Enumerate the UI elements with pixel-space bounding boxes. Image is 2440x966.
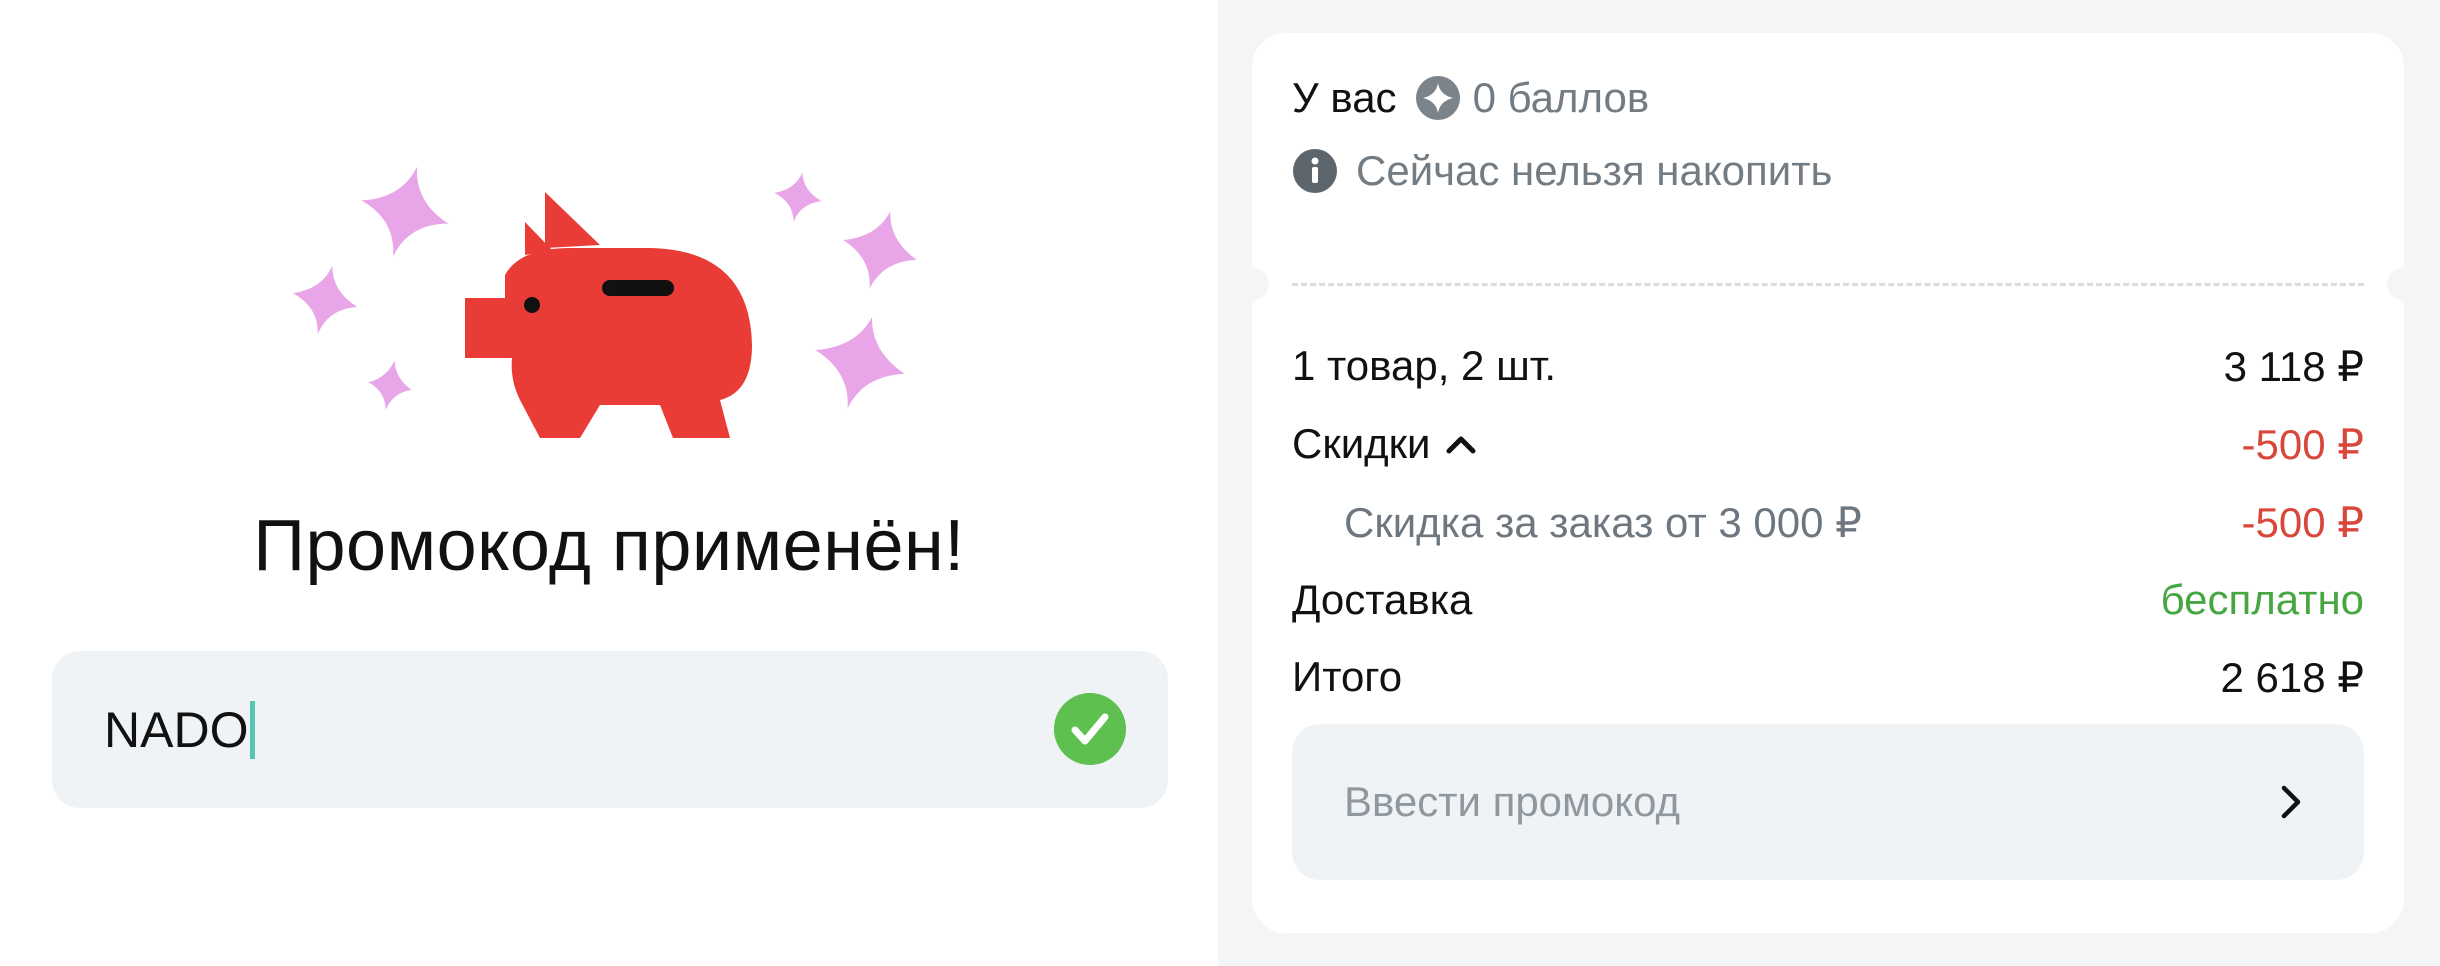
total-label: Итого: [1292, 653, 1403, 700]
items-label: 1 товар, 2 шт.: [1292, 342, 1557, 389]
discounts-row[interactable]: Скидки -500 ₽: [1292, 416, 2364, 472]
delivery-label: Доставка: [1292, 576, 1473, 623]
pig-icon: [465, 192, 752, 438]
order-discount-label: Скидка за заказ от 3 000 ₽: [1344, 498, 1862, 546]
check-circle-icon: [1054, 693, 1126, 765]
promo-applied-title: Промокод применён!: [253, 506, 965, 586]
points-info-row: Сейчас нельзя накопить: [1292, 145, 1832, 197]
total-value: 2 618 ₽: [2220, 653, 2365, 701]
points-label: У вас: [1292, 74, 1397, 121]
card-notch: [1252, 267, 1269, 301]
discounts-label: Скидки: [1292, 420, 1431, 467]
chevron-up-icon: [1446, 436, 1476, 454]
points-value: 0 баллов: [1472, 74, 1650, 121]
info-icon: [1293, 149, 1337, 193]
divider: [1292, 283, 2364, 286]
bonus-points-row: У вас 0 баллов: [1292, 73, 1649, 123]
pig-eye: [524, 297, 540, 313]
promo-code-input[interactable]: NADO: [52, 651, 1168, 808]
piggy-bank-illustration: [292, 166, 917, 438]
promo-code-value[interactable]: NADO: [104, 701, 256, 759]
items-value: 3 118 ₽: [2223, 342, 2364, 390]
text-caret: [250, 701, 256, 759]
order-summary-panel: У вас 0 баллов Сейчас нельзя накопить 1 …: [1218, 0, 2440, 966]
order-summary-card: У вас 0 баллов Сейчас нельзя накопить 1 …: [1252, 33, 2404, 933]
total-row: Итого 2 618 ₽: [1292, 649, 2364, 705]
discounts-toggle[interactable]: Скидки: [1292, 420, 1479, 468]
items-row: 1 товар, 2 шт. 3 118 ₽: [1292, 338, 2364, 394]
card-notch: [2387, 267, 2404, 301]
delivery-row: Доставка бесплатно: [1292, 572, 2364, 628]
order-discount-row: Скидка за заказ от 3 000 ₽ -500 ₽: [1292, 494, 2364, 550]
discounts-value: -500 ₽: [2241, 420, 2364, 468]
chevron-right-icon: [2281, 785, 2301, 819]
enter-promo-button[interactable]: Ввести промокод: [1292, 724, 2364, 880]
bonus-star-icon: [1415, 76, 1460, 120]
coin-slot: [602, 280, 674, 296]
order-discount-value: -500 ₽: [2241, 498, 2364, 546]
points-info-text: Сейчас нельзя накопить: [1356, 147, 1833, 194]
promo-panel: Промокод применён! NADO: [0, 0, 1218, 966]
enter-promo-label: Ввести промокод: [1344, 778, 1681, 825]
delivery-value: бесплатно: [2160, 576, 2364, 623]
